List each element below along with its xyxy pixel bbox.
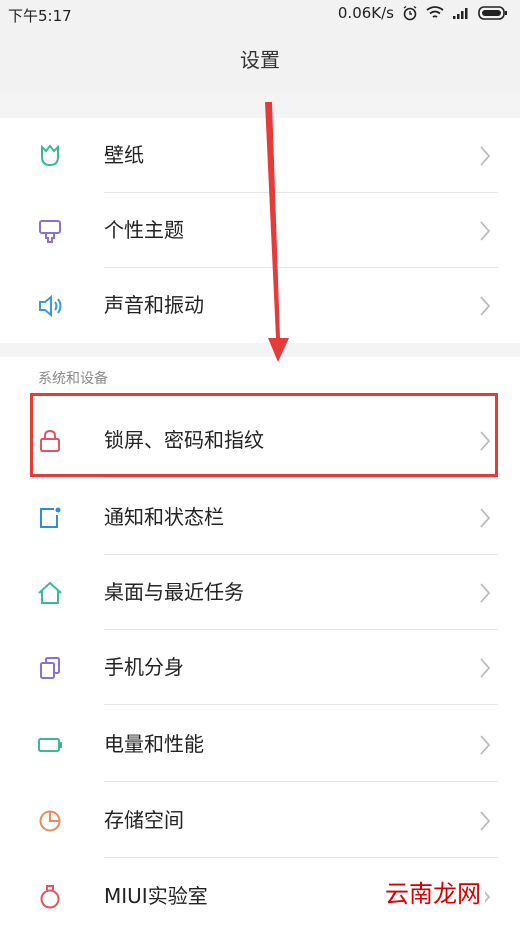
status-time: 下午5:17 xyxy=(8,7,72,25)
watermark: 云南龙网 xyxy=(381,874,485,909)
chevron-right-icon xyxy=(480,583,491,603)
network-speed: 0.06K/s xyxy=(337,4,394,22)
section-header-system: 系统和设备 xyxy=(38,371,108,387)
settings-item-label: 个性主题 xyxy=(104,218,184,242)
title-bar: 设置 xyxy=(0,28,520,92)
section-gap xyxy=(0,92,520,118)
settings-item-battery[interactable]: 电量和性能 xyxy=(0,707,520,782)
chevron-right-icon xyxy=(480,735,491,755)
page-title: 设置 xyxy=(240,48,280,72)
settings-item-label: 桌面与最近任务 xyxy=(104,580,244,604)
divider xyxy=(104,477,498,478)
notification-icon xyxy=(40,507,61,528)
settings-item-notifications[interactable]: 通知和状态栏 xyxy=(0,480,520,555)
alarm-icon xyxy=(403,5,417,21)
settings-item-label: 存储空间 xyxy=(104,808,184,832)
chevron-right-icon xyxy=(480,811,491,831)
battery-status-icon xyxy=(478,6,507,20)
divider xyxy=(104,857,498,858)
theme-brush-icon xyxy=(39,220,61,243)
settings-item-label: 手机分身 xyxy=(104,655,184,679)
settings-item-label: 壁纸 xyxy=(104,143,144,167)
home-icon xyxy=(38,581,62,604)
settings-item-home-screen[interactable]: 桌面与最近任务 xyxy=(0,555,520,630)
settings-item-label: 声音和振动 xyxy=(104,293,204,317)
divider xyxy=(104,781,498,782)
divider xyxy=(104,704,498,705)
chevron-right-icon xyxy=(480,296,491,316)
settings-item-storage[interactable]: 存储空间 xyxy=(0,783,520,858)
wifi-icon xyxy=(426,6,444,18)
chevron-right-icon xyxy=(480,658,491,678)
lab-flask-icon xyxy=(40,885,60,909)
settings-item-label: 通知和状态栏 xyxy=(104,505,224,529)
highlight-box xyxy=(30,393,498,477)
settings-item-label: MIUI实验室 xyxy=(104,884,208,908)
section-gap xyxy=(0,343,520,357)
chevron-right-icon xyxy=(480,146,491,166)
battery-icon xyxy=(38,738,62,752)
settings-item-dual-apps[interactable]: 手机分身 xyxy=(0,630,520,705)
settings-item-label: 电量和性能 xyxy=(104,732,204,756)
status-right: 0.06K/s xyxy=(338,4,508,22)
storage-pie-icon xyxy=(39,810,61,832)
chevron-right-icon xyxy=(480,221,491,241)
signal-icon xyxy=(453,8,468,19)
settings-item-wallpaper[interactable]: 壁纸 xyxy=(0,118,520,193)
dual-app-icon xyxy=(40,657,60,679)
settings-item-theme[interactable]: 个性主题 xyxy=(0,193,520,268)
settings-item-sound[interactable]: 声音和振动 xyxy=(0,268,520,343)
wallpaper-icon xyxy=(41,144,59,167)
status-bar: 下午5:17 0.06K/s xyxy=(0,0,520,28)
speaker-icon xyxy=(39,294,62,318)
chevron-right-icon xyxy=(480,508,491,528)
